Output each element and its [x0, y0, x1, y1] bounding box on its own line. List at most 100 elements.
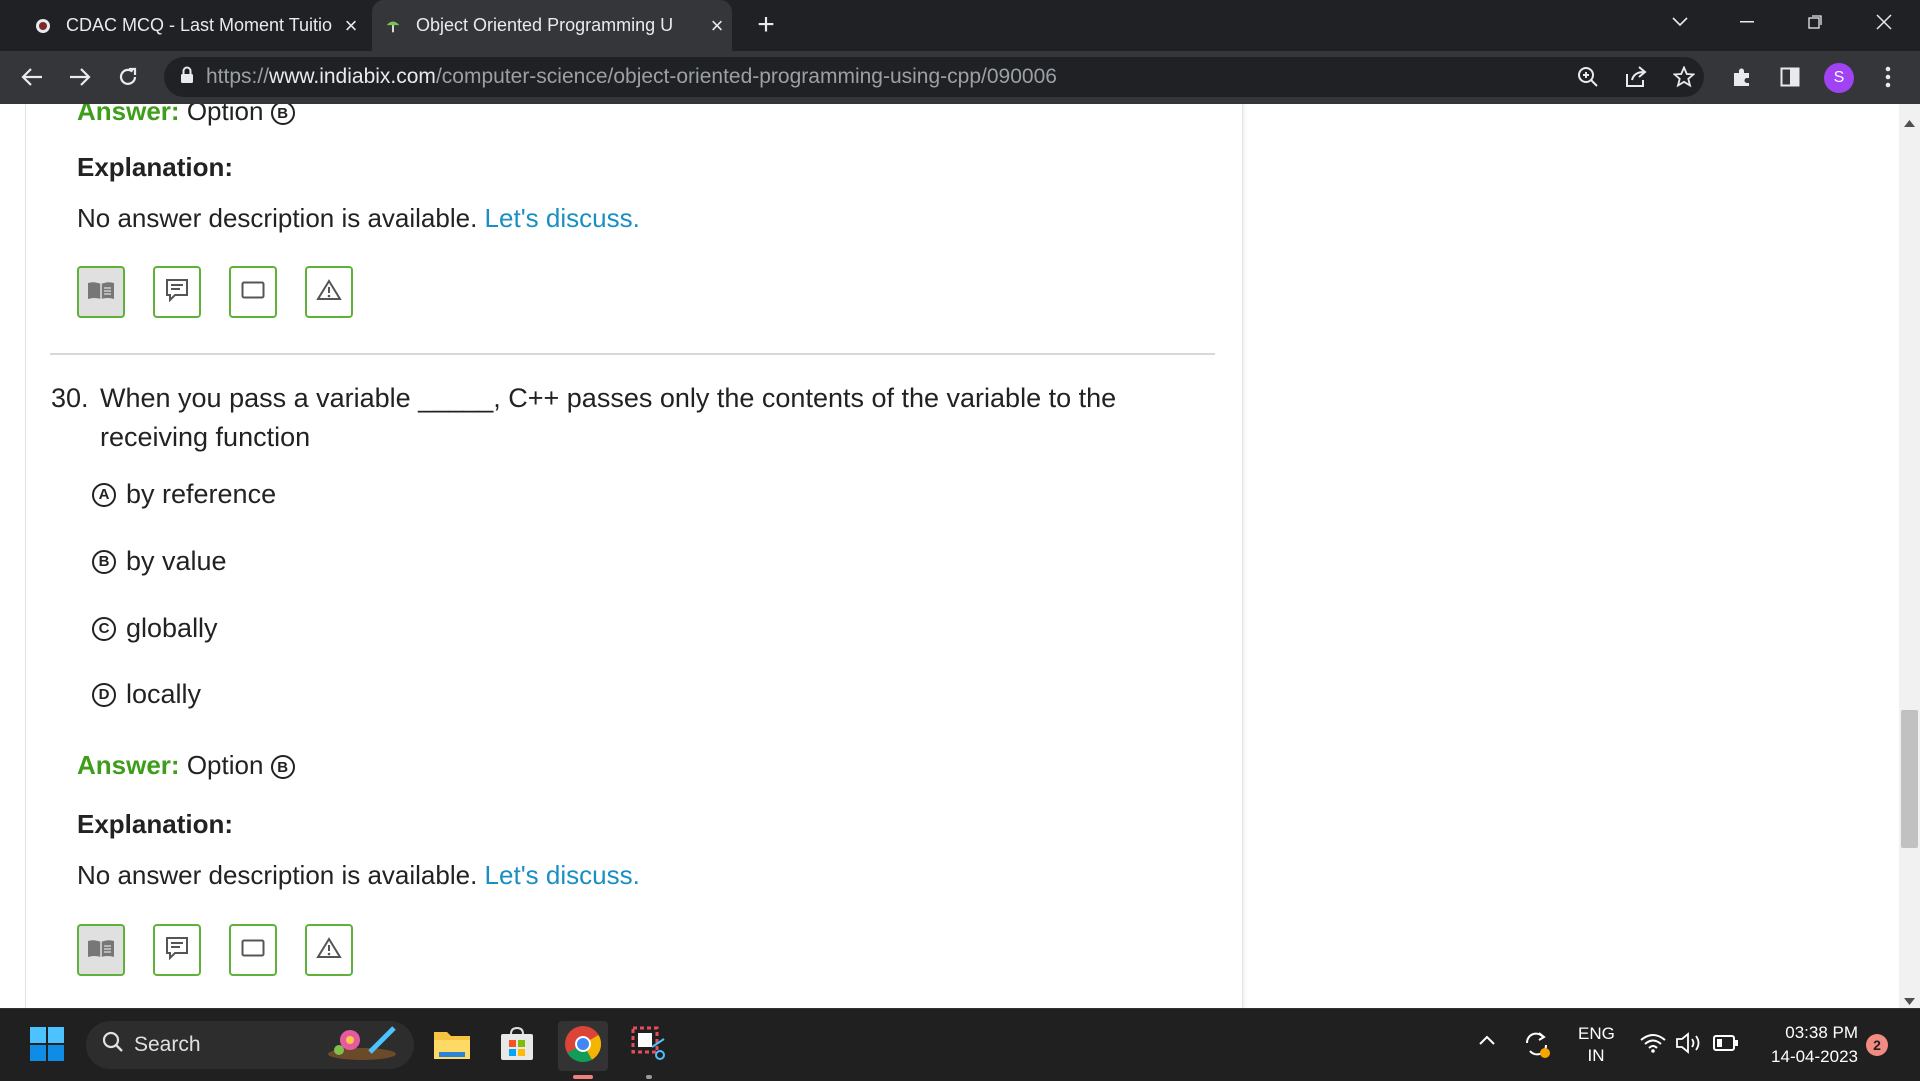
- scroll-up-arrow-icon[interactable]: [1904, 114, 1915, 132]
- share-icon[interactable]: [1616, 57, 1656, 97]
- question-divider: [50, 353, 1215, 355]
- prev-answer-letter: B: [270, 104, 295, 126]
- notification-badge[interactable]: 2: [1866, 1034, 1888, 1056]
- prev-answer-line: Answer: Option B: [77, 104, 295, 127]
- option-b[interactable]: B by value: [92, 546, 227, 577]
- option-a[interactable]: A by reference: [92, 479, 276, 510]
- windows-taskbar: Search ENG IN 03:38 PM 14-04-2023 2: [0, 1008, 1920, 1081]
- taskbar-search[interactable]: Search: [86, 1021, 414, 1069]
- url-text: https://www.indiabix.com/computer-scienc…: [206, 65, 1057, 88]
- folder-icon: [433, 1028, 471, 1065]
- answer-letter: B: [270, 755, 295, 780]
- wifi-icon[interactable]: [1640, 1033, 1666, 1058]
- lock-icon: [180, 66, 194, 89]
- windows-logo-icon: [29, 1026, 65, 1067]
- clock-date: 14-04-2023: [1771, 1047, 1858, 1066]
- language-region: IN: [1587, 1046, 1605, 1065]
- extensions-puzzle-icon[interactable]: [1724, 59, 1760, 95]
- clock[interactable]: 03:38 PM 14-04-2023: [1758, 1021, 1858, 1069]
- start-button[interactable]: [22, 1021, 72, 1071]
- tab-title: CDAC MCQ - Last Moment Tuitio: [66, 15, 333, 35]
- chrome-menu-icon[interactable]: [1870, 59, 1906, 95]
- store-icon: [499, 1026, 535, 1067]
- prev-answer-label: Answer:: [77, 104, 180, 126]
- prev-explanation-line: No answer description is available. Let'…: [77, 203, 640, 234]
- option-d[interactable]: D locally: [92, 679, 201, 710]
- running-app-indicator: [646, 1075, 652, 1079]
- tab-close-icon[interactable]: ×: [702, 13, 732, 39]
- explanation-text: No answer description is available.: [77, 860, 478, 890]
- tab-search-chevron-icon[interactable]: [1650, 0, 1710, 44]
- book-icon: [87, 280, 115, 305]
- volume-icon[interactable]: [1675, 1031, 1703, 1060]
- explanation-label: Explanation:: [77, 809, 234, 839]
- address-bar[interactable]: https://www.indiabix.com/computer-scienc…: [164, 57, 1704, 97]
- question-text-line1: When you pass a variable _____, C++ pass…: [100, 383, 1117, 413]
- sync-status-icon[interactable]: [1522, 1029, 1552, 1064]
- page-scrollbar[interactable]: [1899, 104, 1920, 1008]
- taskbar-microsoft-store[interactable]: [492, 1021, 542, 1071]
- option-c[interactable]: C globally: [92, 613, 218, 644]
- minimize-button[interactable]: [1717, 0, 1777, 44]
- forward-button[interactable]: [62, 59, 98, 95]
- prev-explanation-label: Explanation:: [77, 152, 234, 182]
- snipping-tool-icon: [630, 1025, 668, 1068]
- scrollbar-thumb[interactable]: [1901, 710, 1918, 848]
- taskbar-file-explorer[interactable]: [427, 1021, 477, 1071]
- question-text-line2: receiving function: [100, 422, 311, 452]
- answer-line: Answer: Option B: [77, 750, 295, 781]
- active-app-indicator: [573, 1075, 593, 1079]
- question-number: 30.: [51, 383, 89, 413]
- workspace-icon: [241, 281, 265, 304]
- option-letter: B: [92, 549, 116, 574]
- side-panel-icon[interactable]: [1772, 59, 1808, 95]
- prev-comment-button[interactable]: [153, 266, 201, 318]
- chrome-icon: [564, 1025, 602, 1068]
- prev-discuss-link[interactable]: Let's discuss.: [485, 203, 640, 233]
- option-letter: C: [92, 616, 116, 641]
- tab-favicon-icon: [34, 17, 52, 35]
- battery-icon[interactable]: [1713, 1034, 1739, 1057]
- taskbar-snipping-tool[interactable]: [624, 1021, 674, 1079]
- answer-label: Answer:: [77, 750, 180, 780]
- comment-button[interactable]: [153, 924, 201, 976]
- close-window-button[interactable]: [1854, 0, 1914, 44]
- tab-oop[interactable]: Object Oriented Programming U ×: [372, 0, 732, 51]
- search-highlight-art-icon: [324, 1022, 400, 1068]
- profile-avatar[interactable]: S: [1824, 63, 1854, 93]
- option-letter: D: [92, 682, 116, 707]
- reload-button[interactable]: [110, 59, 146, 95]
- prev-workspace-book-button[interactable]: [77, 266, 125, 318]
- report-icon: [316, 278, 342, 306]
- bookmark-star-icon[interactable]: [1664, 57, 1704, 97]
- new-tab-button[interactable]: +: [748, 6, 784, 44]
- tab-cdac-mcq[interactable]: CDAC MCQ - Last Moment Tuitio ×: [22, 0, 366, 51]
- book-icon: [87, 938, 115, 963]
- report-icon: [316, 936, 342, 964]
- clock-time: 03:38 PM: [1785, 1023, 1858, 1042]
- search-icon: [102, 1031, 124, 1059]
- browser-tab-bar: CDAC MCQ - Last Moment Tuitio × Object O…: [0, 0, 1920, 51]
- language-indicator[interactable]: ENG IN: [1578, 1023, 1615, 1067]
- workspace-icon: [241, 939, 265, 962]
- tab-favicon-icon: [384, 17, 402, 35]
- prev-report-button[interactable]: [305, 266, 353, 318]
- workspace-book-button[interactable]: [77, 924, 125, 976]
- workspace-button[interactable]: [229, 924, 277, 976]
- report-button[interactable]: [305, 924, 353, 976]
- zoom-icon[interactable]: [1568, 57, 1608, 97]
- prev-workspace-button[interactable]: [229, 266, 277, 318]
- tab-title: Object Oriented Programming U: [416, 15, 674, 35]
- search-label: Search: [134, 1033, 201, 1056]
- show-hidden-icons-chevron-icon[interactable]: [1478, 1033, 1496, 1051]
- option-text: by reference: [126, 479, 277, 509]
- language-code: ENG: [1578, 1024, 1615, 1043]
- back-button[interactable]: [14, 59, 50, 95]
- page-viewport: Answer: Option B Explanation: No answer …: [0, 104, 1899, 1008]
- explanation-line: No answer description is available. Let'…: [77, 860, 640, 891]
- tab-close-icon[interactable]: ×: [336, 13, 366, 39]
- discuss-link[interactable]: Let's discuss.: [485, 860, 640, 890]
- answer-text: Option: [186, 750, 264, 780]
- restore-button[interactable]: [1785, 0, 1845, 44]
- taskbar-chrome[interactable]: [558, 1021, 608, 1079]
